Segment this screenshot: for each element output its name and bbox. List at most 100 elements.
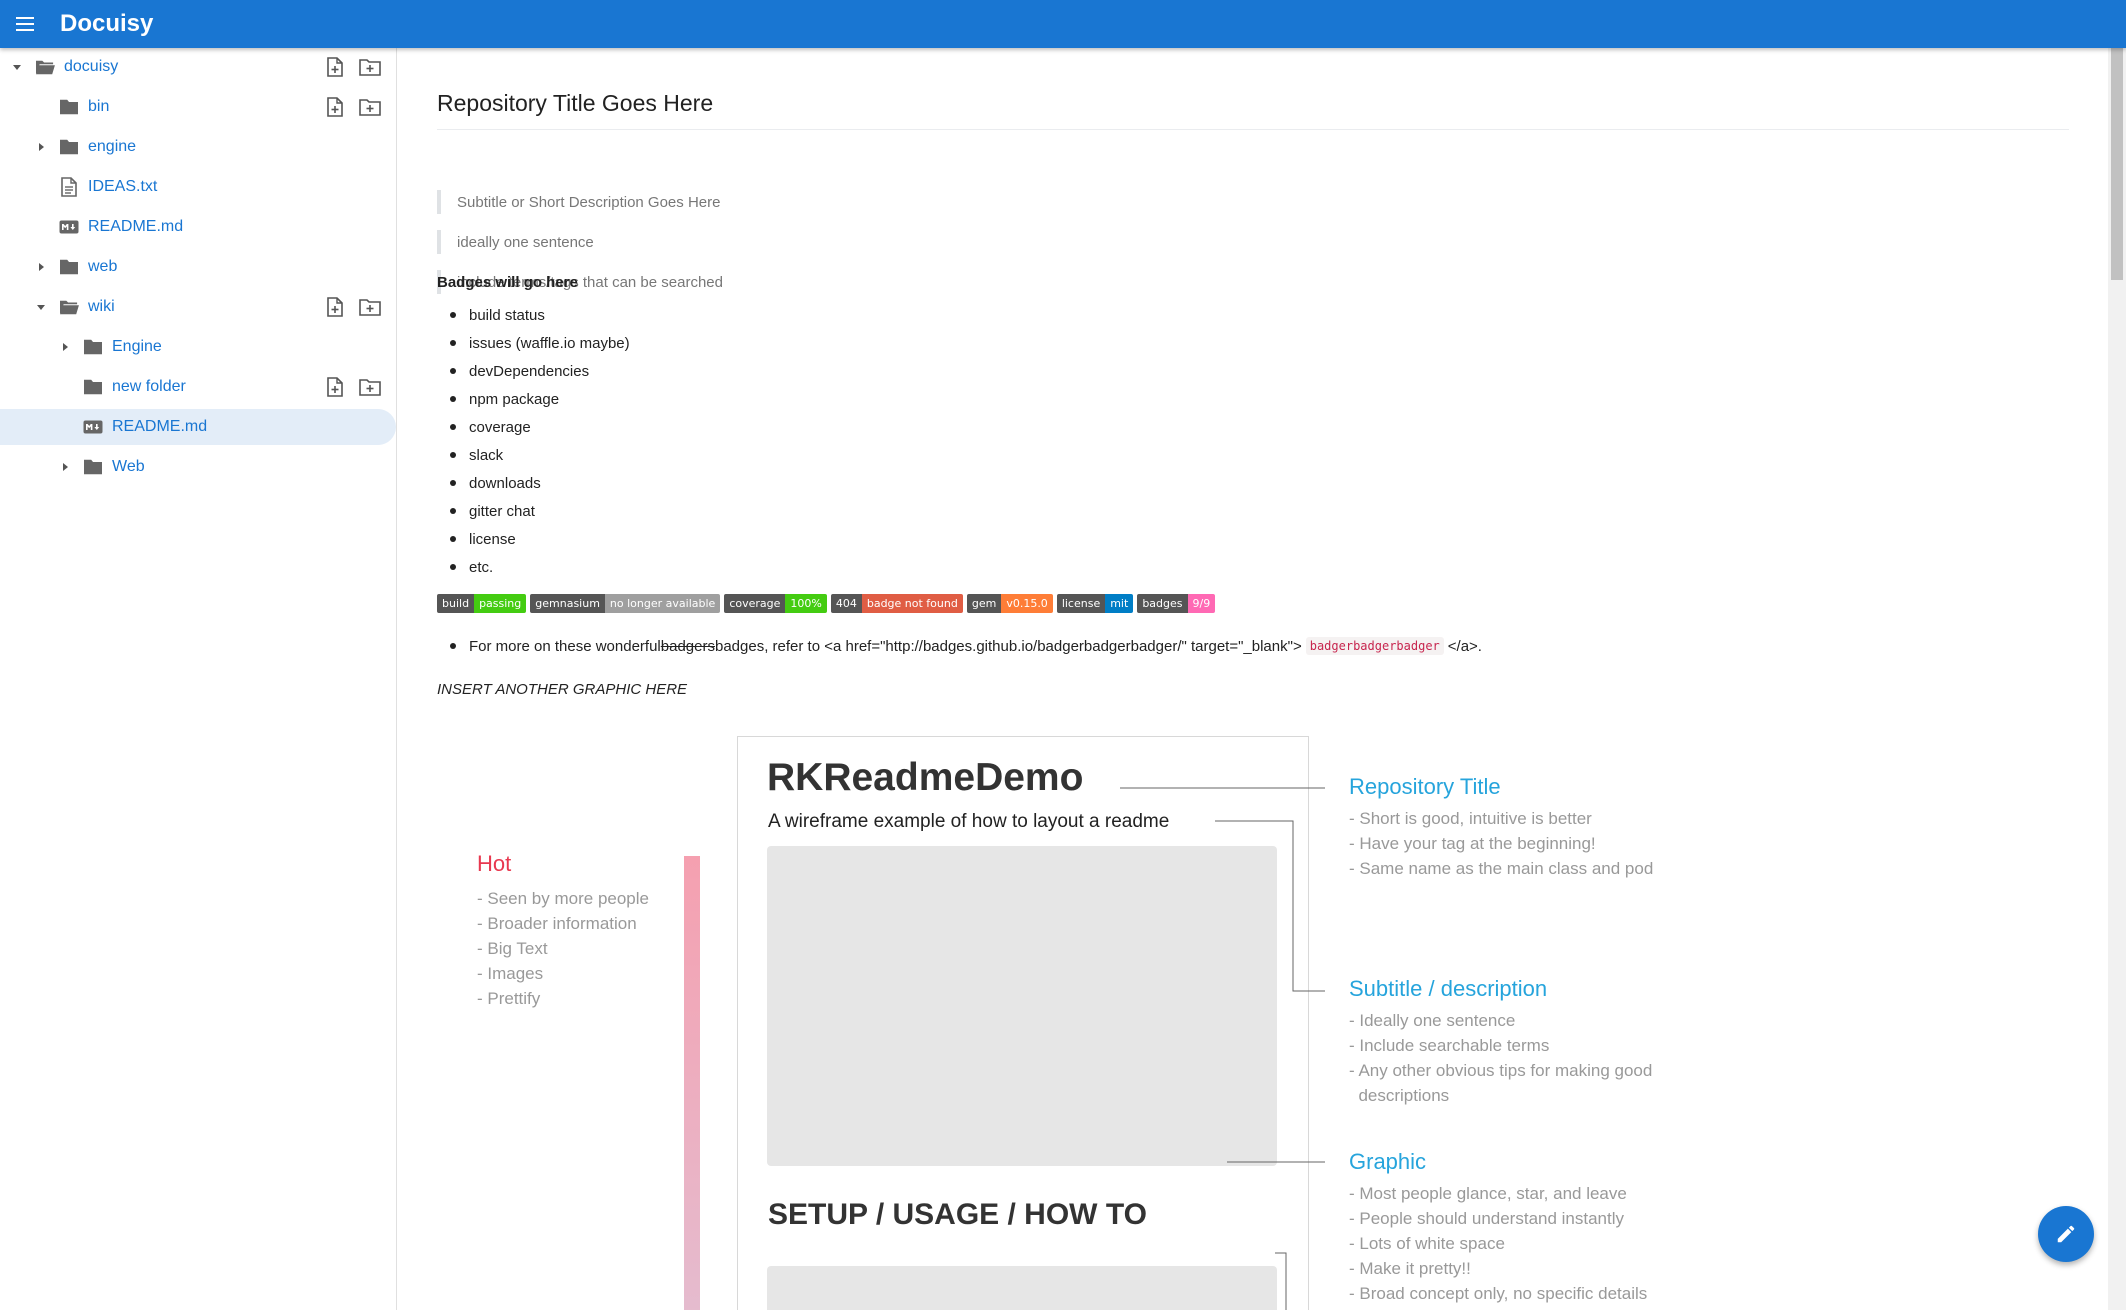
badge-list: build status issues (waffle.io maybe) devD… xyxy=(437,301,630,581)
tree-item-new-folder[interactable]: new folder xyxy=(0,369,396,405)
badge-value: 9/9 xyxy=(1187,594,1216,613)
markdown-file-icon xyxy=(82,416,104,438)
note-item: descriptions xyxy=(1349,1086,1450,1105)
tree-item-label[interactable]: docuisy xyxy=(64,58,118,76)
note-item: - People should understand instantly xyxy=(1349,1209,1625,1228)
badge-gem[interactable]: gem v0.15.0 xyxy=(966,594,1053,613)
folder-open-icon xyxy=(58,296,80,318)
inline-code: badgerbadgerbadger xyxy=(1305,637,1444,655)
readme-wireframe-image: RKReadmeDemo A wireframe example of how … xyxy=(437,736,1737,1310)
file-tree-sidebar: docuisy bin engine IDEAS.txt README.md web wik… xyxy=(0,48,397,1310)
new-file-icon[interactable] xyxy=(324,296,346,318)
vertical-scrollbar[interactable] xyxy=(2108,48,2126,1310)
tree-item-label[interactable]: bin xyxy=(88,98,109,116)
hamburger-menu-icon xyxy=(16,17,34,31)
badge-license[interactable]: license mit xyxy=(1056,594,1134,613)
note-item: - Ideally one sentence xyxy=(1349,1011,1516,1030)
note-title: Graphic xyxy=(1349,1149,1427,1174)
tree-item-engine[interactable]: engine xyxy=(0,129,396,165)
badge-value: mit xyxy=(1105,594,1134,613)
folder-icon xyxy=(58,136,80,158)
badge-badges[interactable]: badges 9/9 xyxy=(1137,594,1216,613)
new-folder-icon[interactable] xyxy=(359,56,381,78)
badge-key: badges xyxy=(1137,594,1188,613)
scrollbar-thumb[interactable] xyxy=(2111,48,2123,280)
tree-item-label[interactable]: IDEAS.txt xyxy=(88,178,157,196)
note-repository-title: Repository Title - Short is good, intuiti… xyxy=(1349,774,1653,881)
badge-value: no longer available xyxy=(604,594,721,613)
more-suffix: </a>. xyxy=(1447,637,1482,655)
list-item: gitter chat xyxy=(437,497,630,525)
note-item: - Any other obvious tips for making good xyxy=(1349,1061,1653,1080)
note-item: - Have your tag at the beginning! xyxy=(1349,834,1596,853)
tree-item-engine[interactable]: Engine xyxy=(0,329,396,365)
caret-right-icon[interactable] xyxy=(35,141,47,153)
caret-down-icon[interactable] xyxy=(11,61,23,73)
note-title: Subtitle / description xyxy=(1349,976,1548,1001)
badge-row: build passing gemnasium no longer available… xyxy=(437,594,1216,613)
badge-key: gemnasium xyxy=(530,594,605,613)
list-item: license xyxy=(437,525,630,553)
tree-item-label[interactable]: Web xyxy=(112,458,145,476)
tree-item-web[interactable]: Web xyxy=(0,449,396,485)
tree-item-bin[interactable]: bin xyxy=(0,89,396,125)
badge-value: passing xyxy=(474,594,527,613)
new-file-icon[interactable] xyxy=(324,376,346,398)
folder-icon xyxy=(82,456,104,478)
tree-item-label[interactable]: README.md xyxy=(112,418,207,436)
badge-gemnasium[interactable]: gemnasium no longer available xyxy=(530,594,721,613)
new-file-icon[interactable] xyxy=(324,96,346,118)
more-middle: badges, refer to <a href="http://badges.… xyxy=(714,637,1302,655)
tree-item-label[interactable]: new folder xyxy=(112,378,186,396)
markdown-file-icon xyxy=(58,216,80,238)
caret-right-icon[interactable] xyxy=(59,461,71,473)
note-item: - Broad concept only, no specific detail… xyxy=(1349,1284,1648,1303)
new-folder-icon[interactable] xyxy=(359,296,381,318)
note-item: - Make it pretty!! xyxy=(1349,1259,1471,1278)
tree-item-readme-md[interactable]: README.md xyxy=(0,209,396,245)
blockquote-sentence: ideally one sentence xyxy=(437,230,594,254)
list-item: coverage xyxy=(437,413,630,441)
list-item: devDependencies xyxy=(437,357,630,385)
badge-404[interactable]: 404 badge not found xyxy=(830,594,963,613)
tree-item-label[interactable]: Engine xyxy=(112,338,162,356)
tree-item-label[interactable]: README.md xyxy=(88,218,183,236)
note-item: - Lots of white space xyxy=(1349,1234,1505,1253)
new-file-icon[interactable] xyxy=(324,56,346,78)
badge-key: coverage xyxy=(724,594,786,613)
badges-heading-text: Badges will go here xyxy=(437,274,578,291)
note-item: - GIF if possible xyxy=(1349,1306,1647,1310)
struck-word: badgers xyxy=(660,637,715,655)
more-prefix: For more on these wonderful xyxy=(469,637,661,655)
pencil-icon xyxy=(2057,1225,2075,1243)
edit-button[interactable] xyxy=(2038,1206,2094,1262)
note-item: - Most people glance, star, and leave xyxy=(1349,1184,1627,1203)
tree-item-docuisy[interactable]: docuisy xyxy=(0,49,396,85)
tree-item-label[interactable]: engine xyxy=(88,138,136,156)
badge-key: gem xyxy=(966,594,1002,613)
tree-item-web[interactable]: web xyxy=(0,249,396,285)
tree-item-readme-md[interactable]: README.md xyxy=(0,409,396,445)
new-folder-icon[interactable] xyxy=(359,96,381,118)
caret-right-icon[interactable] xyxy=(35,261,47,273)
blockquote-subtitle: Subtitle or Short Description Goes Here xyxy=(437,190,720,214)
tree-item-label[interactable]: web xyxy=(88,258,117,276)
new-folder-icon[interactable] xyxy=(359,376,381,398)
menu-button[interactable] xyxy=(1,0,49,48)
badge-coverage[interactable]: coverage 100% xyxy=(724,594,827,613)
tree-item-wiki[interactable]: wiki xyxy=(0,289,396,325)
badge-value: 100% xyxy=(785,594,827,613)
note-graphic: Graphic - Most people glance, star, and l… xyxy=(1349,1149,1647,1310)
note-subtitle: Subtitle / description - Ideally one sent… xyxy=(1349,976,1652,1108)
caret-right-icon[interactable] xyxy=(59,341,71,353)
badges-reference-item: For more on these wonderful badgers badg… xyxy=(437,632,1482,660)
note-item: - Same name as the main class and pod xyxy=(1349,859,1654,878)
list-item: build status xyxy=(437,301,630,329)
text-file-icon xyxy=(58,176,80,198)
page-title: Repository Title Goes Here xyxy=(437,90,2069,130)
folder-icon xyxy=(82,376,104,398)
tree-item-ideas-txt[interactable]: IDEAS.txt xyxy=(0,169,396,205)
badge-build[interactable]: build passing xyxy=(437,594,527,613)
caret-down-icon[interactable] xyxy=(35,301,47,313)
tree-item-label[interactable]: wiki xyxy=(88,298,115,316)
